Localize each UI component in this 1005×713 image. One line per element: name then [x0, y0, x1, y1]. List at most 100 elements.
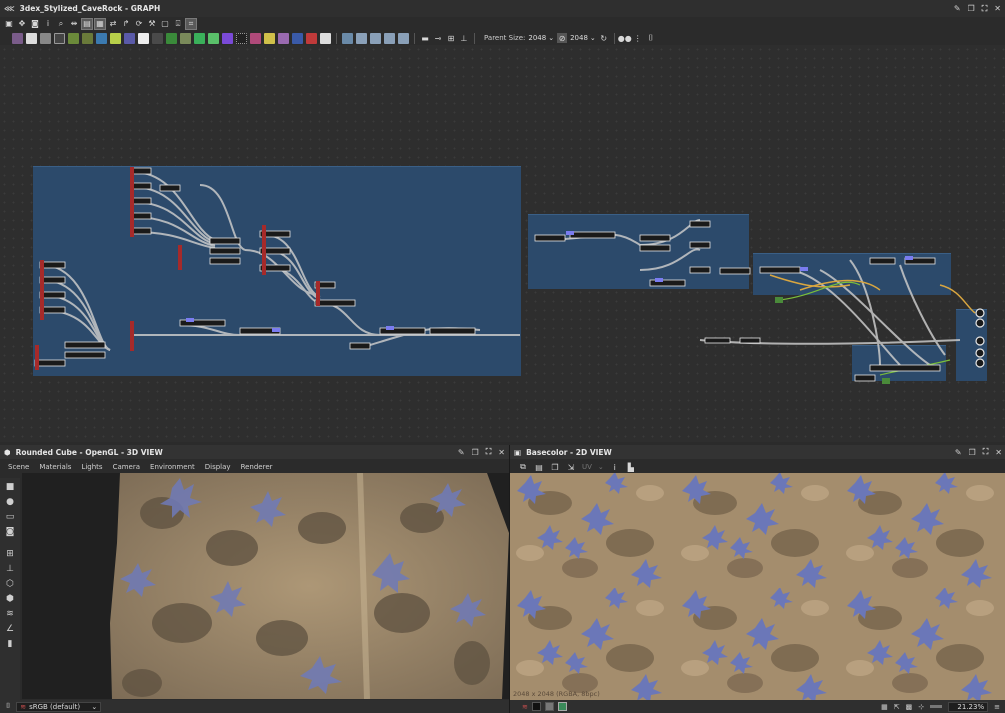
search-icon[interactable]: ⌕ [56, 19, 66, 29]
dot-icon[interactable]: ⊸ [433, 33, 443, 43]
parent-size-select[interactable]: 2048 ⌄ [528, 34, 554, 42]
channel-black-icon[interactable] [531, 702, 541, 711]
view3d-viewport[interactable] [22, 473, 509, 699]
hierarchy-icon[interactable]: ⌷ [6, 702, 10, 711]
frame-icon[interactable]: ▢ [160, 19, 170, 29]
tool-icon[interactable]: ⚒ [147, 19, 157, 29]
menu-scene[interactable]: Scene [8, 463, 29, 471]
node-group4-icon[interactable] [384, 32, 395, 44]
info-icon[interactable]: i [43, 19, 53, 29]
save-icon[interactable]: ▤ [534, 462, 544, 472]
link-icon[interactable]: ↱ [121, 19, 131, 29]
node-gradient-icon[interactable] [40, 32, 51, 44]
node-uniform-icon[interactable] [26, 32, 37, 44]
maximize-icon[interactable]: ⛶ [982, 4, 988, 14]
layers-icon[interactable]: ≋ [4, 608, 16, 620]
node-noise-icon[interactable] [236, 32, 247, 44]
display-icon[interactable]: ▦ [94, 17, 106, 30]
node-curve-icon[interactable] [68, 32, 79, 44]
zoom-input[interactable]: 21.23% [948, 701, 989, 712]
colorspace-select[interactable]: ≋ sRGB (default) ⌄ [16, 701, 102, 712]
pin-tool-icon[interactable]: ⊥ [459, 33, 469, 43]
node-group3-icon[interactable] [370, 32, 381, 44]
maximize-icon[interactable]: ⛶ [983, 447, 989, 457]
env-icon[interactable]: ▭ [4, 511, 16, 523]
frame-all-icon[interactable]: ▣ [4, 19, 14, 29]
comment-icon[interactable]: ▬ [420, 33, 430, 43]
node-hsl-icon[interactable] [222, 32, 233, 44]
export-icon[interactable]: ⍗ [173, 19, 183, 29]
screenshot-icon[interactable]: ◙ [4, 526, 16, 538]
menu-materials[interactable]: Materials [39, 463, 71, 471]
node-warp-icon[interactable] [110, 32, 121, 44]
maximize-icon[interactable]: ⛶ [486, 447, 492, 457]
connect-icon[interactable]: ⇄ [108, 19, 118, 29]
node-bitmap-icon[interactable] [12, 32, 23, 44]
stats-icon[interactable]: ▮ [4, 638, 16, 650]
tile-icon[interactable]: ▩ [906, 703, 913, 711]
uv-toggle[interactable]: UV [582, 463, 592, 471]
reset-icon[interactable]: ↻ [599, 33, 609, 43]
light-icon[interactable]: ● [4, 496, 16, 508]
dots-vertical-icon[interactable]: ⋮ [633, 33, 643, 43]
node-group1-icon[interactable] [342, 32, 353, 44]
menu-icon[interactable]: ≡ [994, 703, 1000, 711]
node-fx-icon[interactable] [166, 32, 177, 44]
node-pixel-icon[interactable] [82, 32, 93, 44]
pin-icon[interactable]: ✎ [458, 448, 465, 457]
align-icon[interactable]: ⇹ [69, 19, 79, 29]
close-icon[interactable]: ✕ [498, 448, 505, 457]
layers-icon[interactable]: ≋ [522, 703, 528, 711]
node-levels-icon[interactable] [152, 32, 163, 44]
axis-icon[interactable]: ⊥ [4, 563, 16, 575]
copy-icon[interactable]: ⧉ [518, 462, 528, 472]
node-mask-icon[interactable] [306, 32, 317, 44]
channel-image-icon[interactable] [557, 702, 567, 711]
refresh-icon[interactable]: ⟳ [134, 19, 144, 29]
frame-icon[interactable]: ⊞ [4, 548, 16, 560]
menu-environment[interactable]: Environment [150, 463, 195, 471]
node-slope-icon[interactable] [264, 32, 275, 44]
float-icon[interactable]: ❐ [969, 448, 976, 457]
export-icon[interactable]: ⇲ [566, 462, 576, 472]
node-group2-icon[interactable] [356, 32, 367, 44]
cube-mesh-icon[interactable]: ⬢ [4, 593, 16, 605]
node-blur-icon[interactable] [124, 32, 135, 44]
node-color-icon[interactable] [194, 32, 205, 44]
node-ao-icon[interactable] [208, 32, 219, 44]
menu-renderer[interactable]: Renderer [241, 463, 273, 471]
node-frame-icon[interactable] [292, 32, 303, 44]
node-transform-icon[interactable] [96, 32, 107, 44]
pin-icon[interactable]: ✎ [954, 4, 961, 13]
histogram-icon[interactable]: ▙ [626, 462, 636, 472]
zoom-slider[interactable] [930, 705, 943, 708]
dots-horizontal-icon[interactable]: ●● [618, 33, 632, 43]
node-grid-icon[interactable] [138, 32, 149, 44]
screenshot-icon[interactable]: ◙ [30, 19, 40, 29]
grid-icon[interactable]: ⌗ [185, 17, 197, 30]
shape-icon[interactable]: ⬡ [4, 578, 16, 590]
camera-icon[interactable]: ■ [4, 481, 16, 493]
graph-canvas[interactable] [0, 45, 1005, 442]
angle-icon[interactable]: ∠ [4, 623, 16, 635]
channel-checker-icon[interactable] [544, 702, 554, 711]
link-size-icon[interactable]: ⊘ [557, 33, 568, 43]
menu-lights[interactable]: Lights [81, 463, 102, 471]
node-text-icon[interactable] [278, 32, 289, 44]
output-size-select[interactable]: 2048 ⌄ [570, 34, 596, 42]
zoom-fit-icon[interactable]: ⊹ [918, 703, 924, 711]
layout-icon[interactable]: ▤ [81, 17, 93, 30]
node-edge-icon[interactable] [250, 32, 261, 44]
float-icon[interactable]: ❐ [472, 448, 479, 457]
duplicate-icon[interactable]: ❐ [550, 462, 560, 472]
node-normal-icon[interactable] [180, 32, 191, 44]
hierarchy-icon[interactable]: ⌷ [646, 33, 656, 43]
grid-icon[interactable]: ▦ [881, 703, 888, 711]
info-icon[interactable]: i [610, 462, 620, 472]
close-icon[interactable]: ✕ [995, 448, 1002, 457]
float-icon[interactable]: ❐ [968, 4, 975, 13]
close-icon[interactable]: ✕ [994, 4, 1001, 13]
pin-icon[interactable]: ✎ [955, 448, 962, 457]
pan-icon[interactable]: ⇱ [894, 703, 900, 711]
menu-display[interactable]: Display [205, 463, 231, 471]
